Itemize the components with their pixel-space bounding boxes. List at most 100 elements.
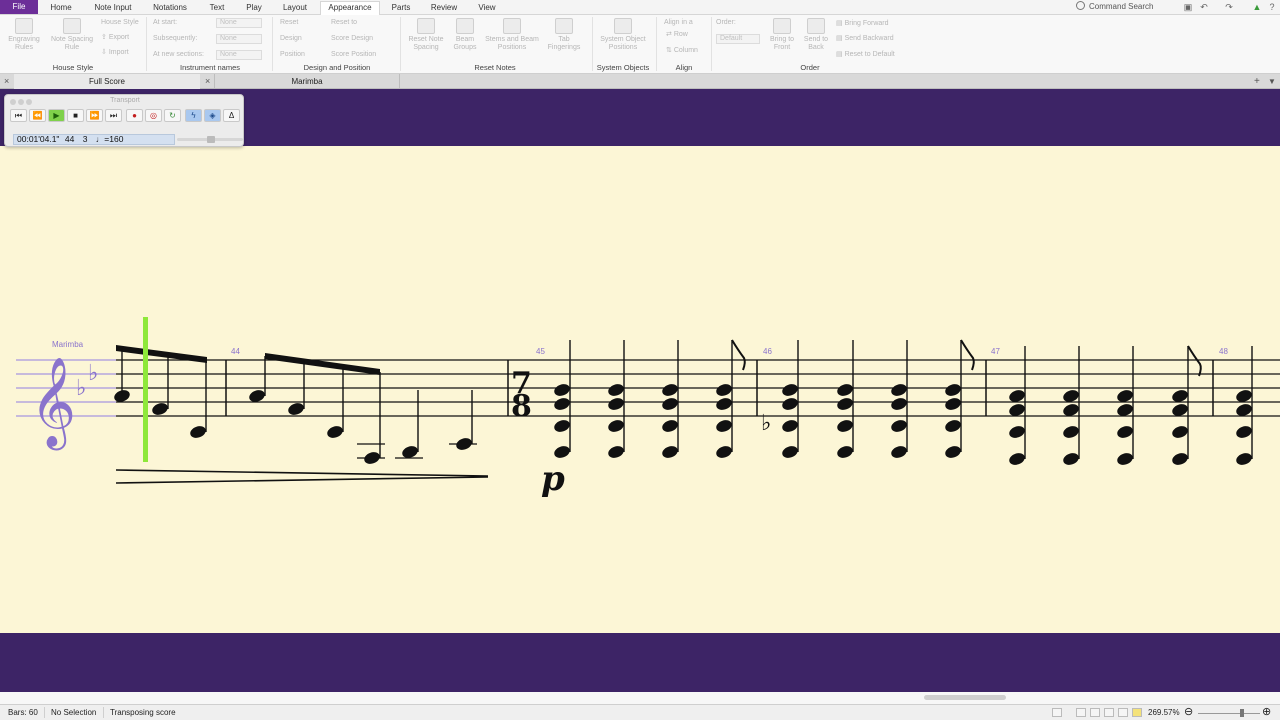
page-view-icon[interactable] [1052, 708, 1062, 717]
bring-forward-button[interactable]: ▤ Bring Forward [836, 20, 889, 28]
beam-groups-button[interactable]: Beam Groups [450, 18, 480, 52]
view-mode-icon[interactable] [1104, 708, 1114, 717]
align-row-button[interactable]: ⇄ Row [666, 31, 688, 39]
tab-parts[interactable]: Parts [386, 2, 416, 15]
score-position-button[interactable]: Score Position [331, 51, 376, 59]
music-staff[interactable]: 𝄞 ♭ ♭ Marimba 44 45 46 47 48 7 8 ♭ p [0, 89, 1280, 692]
tab-file[interactable]: File [0, 0, 38, 14]
treble-clef: 𝄞 [30, 357, 76, 451]
view-mode-icon[interactable] [1090, 708, 1100, 717]
design-button[interactable]: Design [280, 35, 302, 43]
save-icon[interactable]: ▣ [1183, 2, 1193, 12]
system-object-positions-button[interactable]: System Object Positions [596, 18, 650, 52]
flexi-time-icon[interactable]: ◎ [145, 109, 162, 122]
reset-to-default-button[interactable]: ▤ Reset to Default [836, 51, 895, 59]
reset-to-button[interactable]: Reset to [331, 19, 357, 27]
tab-view[interactable]: View [472, 2, 502, 15]
system-objects-icon [614, 18, 632, 34]
close-icon[interactable]: × [4, 74, 9, 89]
group-separator [400, 17, 401, 71]
new-tab-icon[interactable]: + [1254, 74, 1260, 89]
tab-marimba[interactable]: Marimba [214, 74, 400, 89]
tab-notations[interactable]: Notations [146, 2, 194, 15]
note-spacing-rule-button[interactable]: Note Spacing Rule [48, 18, 96, 52]
transport-bar: 44 [64, 134, 75, 144]
send-backward-button[interactable]: ▤ Send Backward [836, 35, 894, 43]
score-design-button[interactable]: Score Design [331, 35, 373, 43]
stop-icon[interactable]: ■ [67, 109, 84, 122]
forward-to-end-icon[interactable]: ⏭ [105, 109, 122, 122]
fast-forward-icon[interactable]: ⏩ [86, 109, 103, 122]
notehead [662, 420, 678, 432]
play-icon[interactable]: ▶ [48, 109, 65, 122]
tab-play[interactable]: Play [240, 2, 268, 15]
notehead [288, 403, 304, 415]
zoom-slider[interactable] [1198, 713, 1260, 714]
group-separator [711, 17, 712, 71]
group-instrument-names: Instrument names [179, 63, 241, 72]
slider-knob[interactable] [207, 136, 215, 143]
import-button[interactable]: ⇩ Import [101, 49, 129, 57]
close-icon[interactable]: × [205, 74, 210, 89]
notehead [716, 384, 732, 396]
horizontal-scrollbar[interactable] [0, 692, 1280, 704]
metronome-icon[interactable]: Δ [223, 109, 240, 122]
view-mode-icon[interactable] [1118, 708, 1128, 717]
notehead [662, 398, 678, 410]
tab-appearance[interactable]: Appearance [320, 1, 380, 16]
reset-button[interactable]: Reset [280, 19, 298, 27]
panorama-icon[interactable] [1132, 708, 1142, 717]
notehead [456, 438, 472, 450]
tab-note-input[interactable]: Note Input [88, 2, 138, 15]
view-mode-icon[interactable] [1076, 708, 1086, 717]
tab-review[interactable]: Review [424, 2, 464, 15]
undo-icon[interactable]: ↶ [1199, 2, 1209, 12]
command-search-input[interactable]: Command Search [1076, 1, 1176, 13]
align-column-button[interactable]: ⇅ Column [666, 47, 698, 55]
record-icon[interactable]: ● [126, 109, 143, 122]
stems-beam-positions-button[interactable]: Stems and Beam Positions [483, 18, 541, 52]
position-button[interactable]: Position [280, 51, 305, 59]
score-view[interactable]: 𝄞 ♭ ♭ Marimba 44 45 46 47 48 7 8 ♭ p [0, 89, 1280, 692]
notehead [716, 420, 732, 432]
notehead [891, 398, 907, 410]
reset-note-spacing-button[interactable]: Reset Note Spacing [404, 18, 448, 52]
at-start-select[interactable]: None [216, 18, 262, 28]
zoom-in-icon[interactable]: ⊕ [1262, 705, 1271, 720]
zoom-slider-knob[interactable] [1240, 709, 1244, 717]
notehead [1009, 453, 1025, 465]
transport-window[interactable]: Transport ⏮ ⏪ ▶ ■ ⏩ ⏭ ● ◎ ↻ ϟ ◈ Δ 00:01'… [4, 94, 244, 147]
notehead [782, 398, 798, 410]
rewind-icon[interactable]: ⏪ [29, 109, 46, 122]
tab-home[interactable]: Home [44, 2, 78, 15]
help-icon[interactable]: ? [1267, 2, 1277, 12]
playback-position-slider[interactable] [177, 136, 243, 143]
replay-icon[interactable]: ↻ [164, 109, 181, 122]
tab-fingerings-label: Tab Fingerings [547, 36, 581, 51]
engraving-rules-button[interactable]: Engraving Rules [4, 18, 44, 52]
live-tempo-icon[interactable]: ϟ [185, 109, 202, 122]
tab-text[interactable]: Text [202, 2, 232, 15]
send-to-back-button[interactable]: Send to Back [800, 18, 832, 52]
send-to-back-label: Send to Back [803, 36, 829, 51]
tab-fingerings-button[interactable]: Tab Fingerings [543, 18, 585, 52]
scrollbar-thumb[interactable] [924, 695, 1006, 700]
minimize-ribbon-icon[interactable]: ▲ [1252, 2, 1262, 12]
system-object-positions-label: System Object Positions [600, 36, 646, 51]
export-button[interactable]: ⇪ Export [101, 34, 129, 42]
house-style-button[interactable]: House Style [101, 19, 139, 27]
bring-to-front-button[interactable]: Bring to Front [765, 18, 799, 52]
live-playback-icon[interactable]: ◈ [204, 109, 221, 122]
playback-line[interactable] [143, 317, 148, 462]
rewind-to-start-icon[interactable]: ⏮ [10, 109, 27, 122]
at-new-sections-select[interactable]: None [216, 50, 262, 60]
order-select[interactable]: Default [716, 34, 760, 44]
tab-layout[interactable]: Layout [276, 2, 314, 15]
tab-menu-icon[interactable]: ▼ [1268, 74, 1276, 89]
notehead [716, 446, 732, 458]
subsequently-select[interactable]: None [216, 34, 262, 44]
zoom-out-icon[interactable]: ⊖ [1184, 705, 1193, 720]
notehead [1236, 453, 1252, 465]
redo-icon[interactable]: ↷ [1224, 2, 1234, 12]
tab-full-score[interactable]: Full Score [14, 74, 200, 89]
